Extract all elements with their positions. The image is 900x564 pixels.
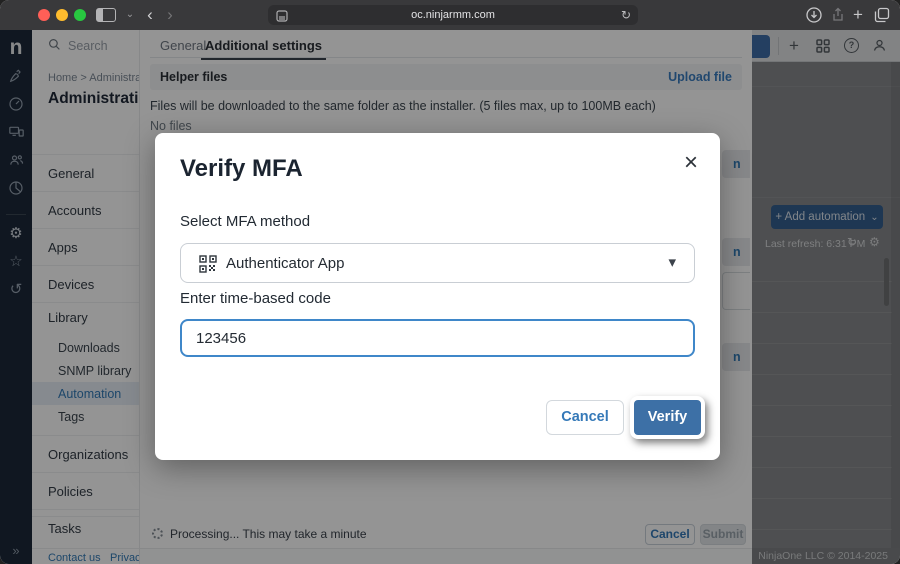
sidebar-toggle-icon[interactable] xyxy=(96,8,116,22)
chevron-down-icon[interactable]: ⌄ xyxy=(122,0,138,30)
tab-overview-icon[interactable] xyxy=(874,7,890,23)
forward-icon: › xyxy=(162,0,178,30)
verify-button[interactable]: Verify xyxy=(634,400,701,435)
mfa-method-value: Authenticator App xyxy=(226,244,344,284)
window-zoom-button[interactable] xyxy=(74,9,86,21)
browser-titlebar: ⌄ ‹ › oc.ninjarmm.com ↻ + xyxy=(0,0,900,30)
dialog-title: Verify MFA xyxy=(180,155,303,183)
reload-icon[interactable]: ↻ xyxy=(621,5,631,25)
back-icon[interactable]: ‹ xyxy=(142,0,158,30)
code-label: Enter time-based code xyxy=(180,290,331,307)
window-close-button[interactable] xyxy=(38,9,50,21)
share-icon xyxy=(830,7,846,23)
authenticator-qr-icon xyxy=(199,255,217,273)
downloads-icon[interactable] xyxy=(806,7,822,23)
mfa-method-select[interactable]: Authenticator App ▾ xyxy=(180,243,695,283)
browser-window: ⌄ ‹ › oc.ninjarmm.com ↻ + xyxy=(0,0,900,564)
cancel-button[interactable]: Cancel xyxy=(546,400,624,435)
chevron-down-icon: ▾ xyxy=(668,244,676,284)
code-input[interactable] xyxy=(180,319,695,357)
url-bar[interactable]: oc.ninjarmm.com ↻ xyxy=(268,5,638,25)
mfa-method-label: Select MFA method xyxy=(180,213,310,230)
url-text: oc.ninjarmm.com xyxy=(268,5,638,25)
verify-mfa-dialog: Verify MFA × Select MFA method Authentic… xyxy=(155,133,720,460)
window-minimize-button[interactable] xyxy=(56,9,68,21)
new-tab-icon[interactable]: + xyxy=(848,0,868,30)
close-icon[interactable]: × xyxy=(684,151,698,175)
